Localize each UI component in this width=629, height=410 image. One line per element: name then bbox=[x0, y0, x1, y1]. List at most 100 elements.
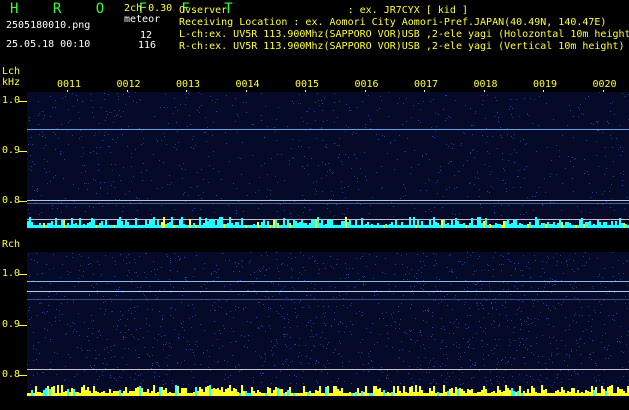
noise-speckle bbox=[228, 204, 230, 206]
noise-speckle bbox=[52, 267, 54, 269]
noise-speckle bbox=[315, 120, 317, 122]
noise-speckle bbox=[443, 196, 445, 198]
noise-speckle bbox=[240, 173, 242, 175]
noise-speckle bbox=[379, 318, 381, 320]
noise-speckle bbox=[518, 300, 520, 302]
signal-trace bbox=[27, 129, 629, 130]
noise-speckle bbox=[330, 381, 332, 383]
noise-speckle bbox=[176, 271, 178, 273]
noise-speckle bbox=[387, 377, 389, 379]
noise-speckle bbox=[73, 328, 75, 330]
noise-speckle bbox=[113, 356, 115, 358]
noise-speckle bbox=[139, 255, 141, 257]
noise-speckle bbox=[400, 254, 402, 256]
noise-speckle bbox=[369, 350, 371, 352]
noise-speckle bbox=[81, 349, 83, 351]
noise-speckle bbox=[476, 304, 478, 306]
noise-speckle bbox=[55, 373, 57, 375]
noise-speckle bbox=[517, 169, 519, 171]
noise-speckle bbox=[165, 382, 167, 384]
noise-speckle bbox=[97, 379, 99, 381]
noise-speckle bbox=[544, 283, 546, 285]
noise-speckle bbox=[391, 380, 393, 382]
noise-speckle bbox=[624, 302, 626, 304]
noise-speckle bbox=[374, 264, 376, 266]
noise-speckle bbox=[89, 364, 91, 366]
noise-speckle bbox=[409, 307, 411, 309]
noise-speckle bbox=[163, 335, 165, 337]
noise-speckle bbox=[97, 164, 99, 166]
noise-speckle bbox=[284, 335, 286, 337]
noise-speckle bbox=[41, 110, 43, 112]
noise-speckle bbox=[351, 267, 353, 269]
noise-speckle bbox=[476, 294, 478, 296]
noise-speckle bbox=[180, 258, 182, 260]
noise-speckle bbox=[522, 270, 523, 272]
noise-speckle bbox=[31, 166, 33, 168]
noise-speckle bbox=[625, 95, 627, 97]
noise-speckle bbox=[32, 375, 34, 377]
noise-speckle bbox=[31, 136, 33, 138]
noise-speckle bbox=[468, 326, 470, 328]
noise-speckle bbox=[99, 182, 101, 184]
noise-speckle bbox=[520, 325, 522, 327]
noise-speckle bbox=[474, 271, 476, 273]
noise-speckle bbox=[381, 187, 382, 189]
noise-speckle bbox=[504, 369, 506, 371]
noise-speckle bbox=[190, 326, 192, 328]
noise-speckle bbox=[156, 139, 157, 141]
noise-speckle bbox=[111, 185, 113, 187]
noise-speckle bbox=[603, 346, 605, 348]
noise-speckle bbox=[321, 109, 323, 111]
noise-speckle bbox=[539, 275, 541, 277]
noise-speckle bbox=[445, 119, 447, 121]
noise-speckle bbox=[278, 107, 280, 109]
noise-speckle bbox=[346, 207, 348, 209]
noise-speckle bbox=[453, 187, 455, 189]
noise-speckle bbox=[533, 318, 535, 320]
noise-speckle bbox=[199, 209, 201, 211]
noise-speckle bbox=[207, 349, 209, 351]
lch-info-line: L-ch:ex. UV5R 113.900Mhz(SAPPORO VOR)USB… bbox=[179, 29, 629, 40]
noise-speckle bbox=[159, 376, 161, 378]
noise-speckle bbox=[213, 168, 215, 170]
noise-speckle bbox=[327, 204, 329, 206]
noise-speckle bbox=[365, 327, 367, 329]
noise-speckle bbox=[328, 362, 330, 364]
noise-speckle bbox=[605, 357, 607, 359]
noise-speckle bbox=[183, 163, 185, 165]
noise-speckle bbox=[455, 276, 457, 278]
noise-speckle bbox=[596, 154, 597, 156]
noise-speckle bbox=[580, 210, 582, 212]
noise-speckle bbox=[325, 163, 327, 165]
noise-speckle bbox=[77, 313, 79, 315]
noise-speckle bbox=[397, 102, 399, 104]
noise-speckle bbox=[131, 334, 133, 336]
noise-speckle bbox=[30, 259, 32, 261]
noise-speckle bbox=[596, 191, 598, 193]
noise-speckle bbox=[526, 348, 528, 350]
noise-speckle bbox=[275, 252, 277, 254]
noise-speckle bbox=[392, 316, 394, 318]
noise-speckle bbox=[105, 310, 107, 312]
noise-speckle bbox=[441, 363, 443, 365]
noise-speckle bbox=[35, 252, 37, 254]
noise-speckle bbox=[597, 122, 599, 124]
noise-speckle bbox=[441, 207, 443, 209]
noise-speckle bbox=[193, 135, 195, 137]
noise-speckle bbox=[317, 164, 319, 166]
noise-speckle bbox=[182, 337, 184, 339]
noise-speckle bbox=[33, 164, 35, 166]
noise-speckle bbox=[184, 192, 186, 194]
noise-speckle bbox=[542, 335, 544, 337]
noise-speckle bbox=[578, 106, 580, 108]
noise-speckle bbox=[373, 295, 375, 297]
noise-speckle bbox=[221, 179, 223, 181]
noise-speckle bbox=[430, 382, 432, 384]
noise-speckle bbox=[214, 302, 216, 304]
noise-speckle bbox=[332, 110, 334, 112]
noise-speckle bbox=[617, 149, 619, 151]
noise-speckle bbox=[379, 96, 381, 98]
y-tick-mark bbox=[18, 101, 27, 102]
noise-speckle bbox=[549, 336, 551, 338]
